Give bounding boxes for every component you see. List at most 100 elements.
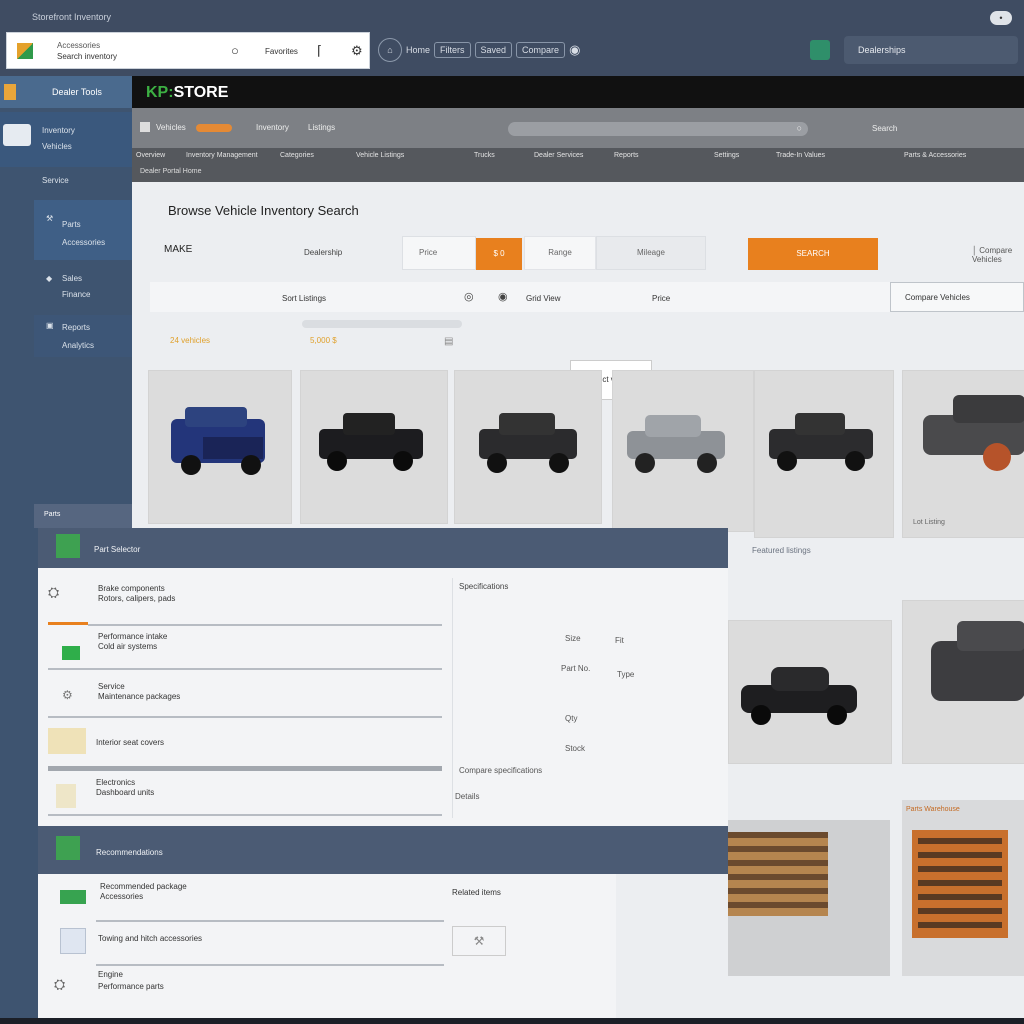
vehicle-image xyxy=(171,407,265,475)
vehicle-card[interactable] xyxy=(612,370,754,532)
part-row-title[interactable]: Interior seat covers xyxy=(96,738,164,747)
page-title: Browse Vehicle Inventory Search xyxy=(168,203,359,218)
part-row-title[interactable]: Performance intake xyxy=(98,632,167,641)
calendar-icon[interactable]: ▤ xyxy=(444,336,453,347)
spec-details-link[interactable]: Details xyxy=(455,792,479,801)
sidebar-item-inventory[interactable]: Inventory Vehicles xyxy=(0,112,132,167)
search-input[interactable]: Search inventory xyxy=(57,52,117,61)
part-row-sub: Dashboard units xyxy=(96,788,155,797)
intake-icon xyxy=(62,646,80,660)
part-row-title[interactable]: Service xyxy=(98,682,125,691)
range-input[interactable]: Range xyxy=(524,236,596,270)
rec-row-sub: Performance parts xyxy=(98,982,164,991)
toolbar-item-filters[interactable]: Filters xyxy=(434,42,471,58)
globe-icon[interactable]: ◉ xyxy=(569,42,580,58)
vehicle-card[interactable] xyxy=(300,370,448,524)
search-hint: Search xyxy=(872,124,898,133)
sidebar-item-label: Reports xyxy=(62,323,91,332)
range-min-button[interactable]: $ 0 xyxy=(476,238,522,270)
sub-nav-label[interactable]: Dealer Portal Home xyxy=(140,168,201,175)
vehicle-card[interactable] xyxy=(902,600,1024,764)
filter-dealership[interactable]: Dealership xyxy=(304,248,342,257)
nav-item-services[interactable]: Dealer Services xyxy=(534,152,583,159)
part-row-sub: Rotors, calipers, pads xyxy=(98,594,176,603)
vehicle-card[interactable]: Lot Listing xyxy=(902,370,1024,538)
spec-item: Type xyxy=(617,670,635,679)
sidebar-item-parts[interactable]: ⚒ Parts Accessories xyxy=(34,200,132,260)
vehicle-card[interactable] xyxy=(728,620,892,764)
vehicle-image xyxy=(923,395,1024,471)
vehicle-card[interactable] xyxy=(454,370,602,524)
rec-row-title[interactable]: Recommended package xyxy=(100,882,187,891)
nav-item-parts[interactable]: Parts & Accessories xyxy=(904,152,966,159)
nav-item-reports[interactable]: Reports xyxy=(614,152,639,159)
sidebar-item-label: Service xyxy=(42,176,69,185)
nav-item-inventory[interactable]: Inventory Management xyxy=(186,152,258,159)
view-grid[interactable]: Grid View xyxy=(526,294,561,303)
toolbar-item-compare[interactable]: Compare xyxy=(516,42,566,58)
view-price[interactable]: Price xyxy=(652,294,670,303)
nav-item-trade-in[interactable]: Trade-In Values xyxy=(776,152,825,159)
home-icon[interactable]: ⌂ xyxy=(378,38,402,62)
compare-button[interactable]: Compare Vehicles xyxy=(890,282,1024,312)
store-search-input[interactable]: ○ xyxy=(508,122,808,136)
chart-icon: ▣ xyxy=(46,321,54,330)
part-thumbnail-icon[interactable]: ⚒ xyxy=(452,926,506,956)
taskbar xyxy=(0,1018,1024,1024)
part-row-title[interactable]: Brake components xyxy=(98,584,165,593)
breadcrumb-item[interactable]: Vehicles xyxy=(156,123,186,132)
panel-header: Part Selector xyxy=(38,528,728,568)
sidebar-item-service[interactable]: Service xyxy=(0,167,132,197)
warehouse-card[interactable]: Parts Warehouse xyxy=(902,800,1024,976)
spec-item: Size xyxy=(565,634,581,643)
sort-label[interactable]: Sort Listings xyxy=(282,294,326,303)
settings-icon[interactable]: ⚙ xyxy=(351,43,363,59)
toolbar-item-saved[interactable]: Saved xyxy=(474,42,513,58)
search-button[interactable]: SEARCH xyxy=(748,238,878,270)
rec-row-title[interactable]: Engine xyxy=(98,970,123,979)
breadcrumb-item[interactable]: Listings xyxy=(308,123,335,132)
warehouse-card[interactable] xyxy=(728,820,890,976)
window-control-button[interactable]: • xyxy=(990,11,1012,25)
vehicle-card[interactable] xyxy=(754,370,894,538)
home-icon[interactable] xyxy=(140,122,150,132)
vehicle-image xyxy=(319,413,423,471)
progress-bar xyxy=(302,320,462,328)
filter-toggle[interactable]: │ Compare Vehicles xyxy=(972,246,1024,264)
nav-item-overview[interactable]: Overview xyxy=(136,152,165,159)
row-divider xyxy=(48,668,442,670)
favorites-button[interactable]: Favorites xyxy=(265,47,298,56)
bookmark-icon[interactable]: ⌈ xyxy=(317,43,322,59)
sidebar-item-sales[interactable]: ◆ Sales Finance xyxy=(34,262,132,312)
grid-view-icon[interactable]: ◎ xyxy=(464,290,474,303)
search-icon[interactable]: ○ xyxy=(797,123,802,133)
logo-prefix: KP: xyxy=(146,84,174,101)
price-select[interactable]: Price xyxy=(402,236,476,270)
breadcrumb-item[interactable]: Inventory xyxy=(256,123,289,132)
search-box[interactable]: Accessories Search inventory ○ Favorites… xyxy=(6,32,370,69)
list-view-icon[interactable]: ◉ xyxy=(498,290,508,303)
search-icon[interactable]: ○ xyxy=(231,43,239,58)
account-button[interactable]: Dealerships xyxy=(844,36,1018,64)
panel-header: Recommendations xyxy=(38,826,728,874)
warehouse-label: Parts Warehouse xyxy=(906,806,960,813)
spec-compare-link[interactable]: Compare specifications xyxy=(459,766,542,775)
store-logo[interactable]: KP:STORE xyxy=(146,84,228,102)
mileage-input[interactable]: Mileage xyxy=(596,236,706,270)
part-row-sub: Cold air systems xyxy=(98,642,158,651)
rec-row-title[interactable]: Towing and hitch accessories xyxy=(98,934,202,943)
panel-tab[interactable]: Parts xyxy=(34,504,132,528)
nav-item-categories[interactable]: Categories xyxy=(280,152,314,159)
nav-item-settings[interactable]: Settings xyxy=(714,152,739,159)
sidebar-item-sub: Analytics xyxy=(62,341,95,350)
sidebar-item-reports[interactable]: ▣ Reports Analytics xyxy=(34,315,132,357)
part-row-title[interactable]: Electronics xyxy=(96,778,135,787)
seat-cover-icon xyxy=(48,728,86,754)
sidebar-item-label: Parts xyxy=(62,220,81,229)
vehicle-image xyxy=(479,413,577,473)
vehicle-card[interactable] xyxy=(148,370,292,524)
nav-item-trucks[interactable]: Trucks xyxy=(474,152,495,159)
nav-item-listings[interactable]: Vehicle Listings xyxy=(356,152,404,159)
toolbar-item-home[interactable]: Home xyxy=(406,45,430,55)
account-icon[interactable] xyxy=(810,40,830,60)
